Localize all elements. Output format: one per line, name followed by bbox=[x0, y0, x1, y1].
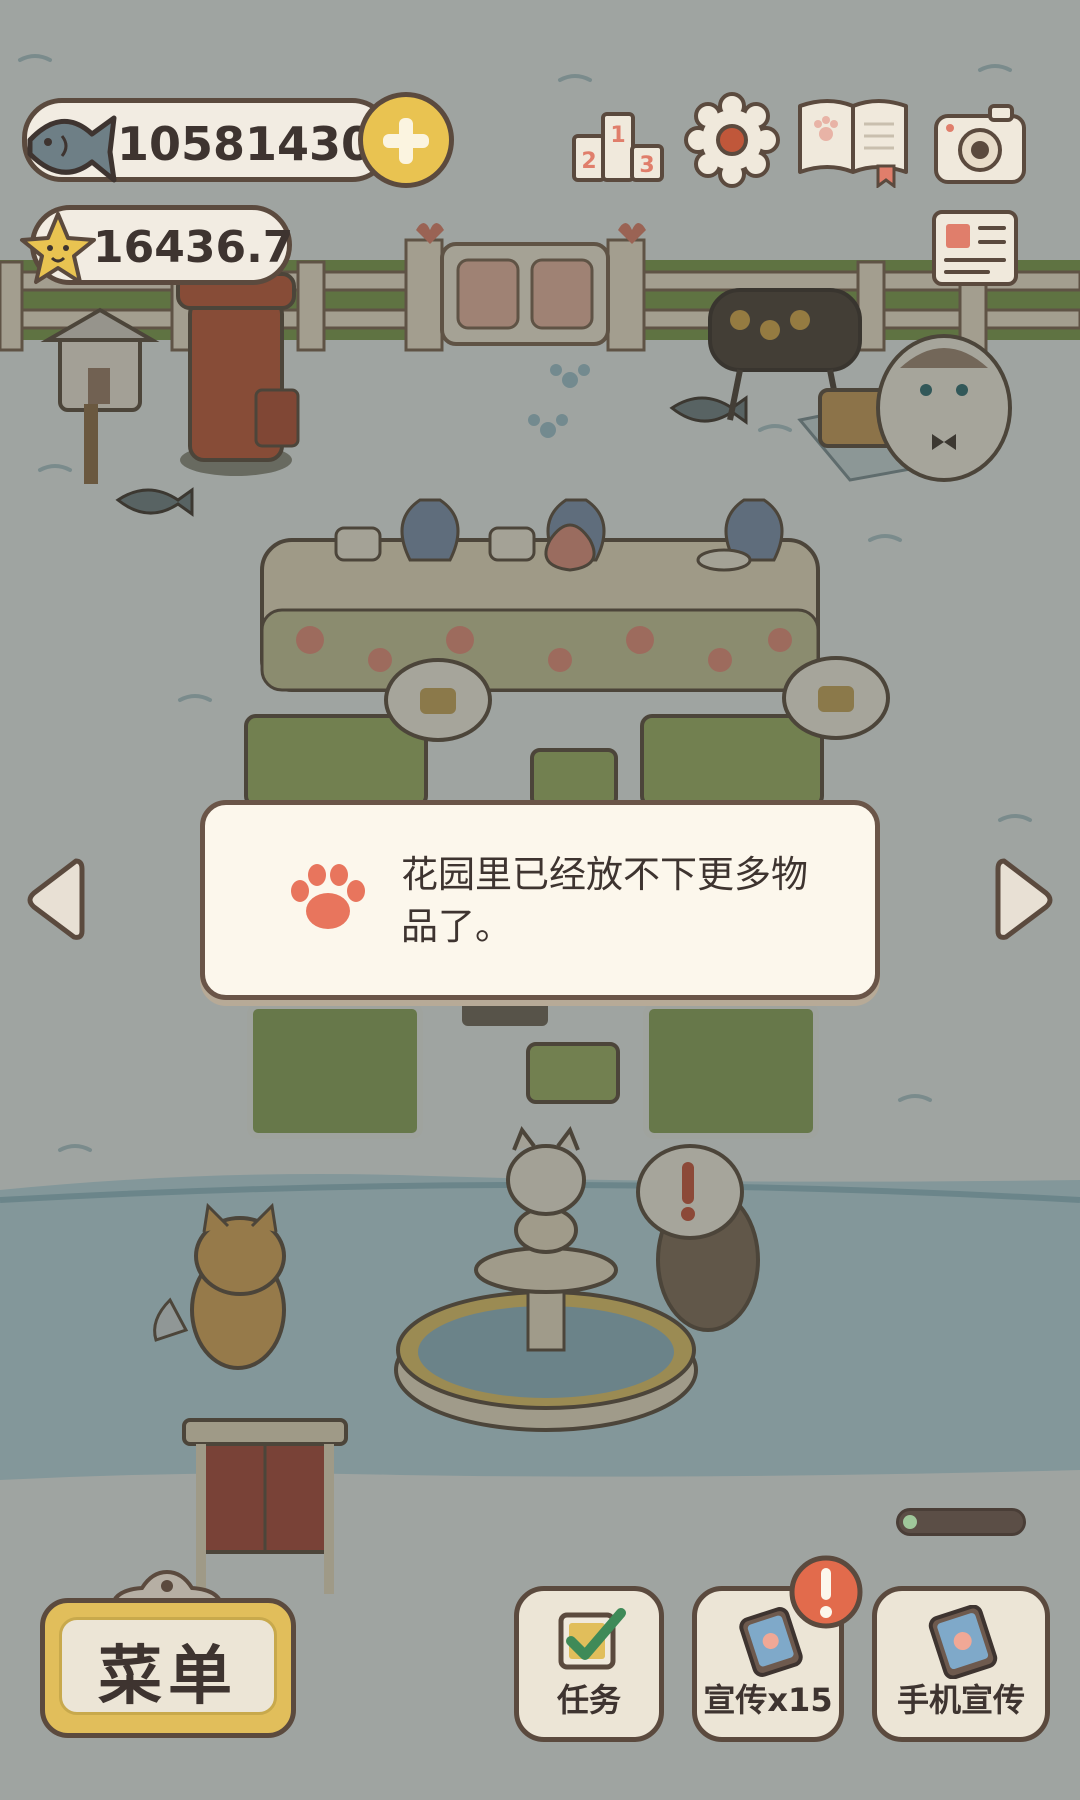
gear-icon[interactable] bbox=[684, 92, 780, 188]
phone-icon bbox=[928, 1605, 998, 1679]
fish-icon bbox=[27, 115, 117, 183]
game-screen: 10581430 16436.7 2 1 3 花园里已经放不下更多物 品了。 菜… bbox=[0, 0, 1080, 1800]
camera-icon[interactable] bbox=[930, 98, 1030, 188]
checkbox-icon bbox=[558, 1608, 626, 1670]
tasks-button[interactable]: 任务 bbox=[514, 1586, 664, 1742]
tasks-button-label: 任务 bbox=[556, 1681, 621, 1719]
promote-x15-label: 宣传x15 bbox=[703, 1681, 833, 1719]
star-count: 16436.7 bbox=[93, 222, 294, 273]
phone-promotion-button[interactable]: 手机宣传 bbox=[872, 1586, 1050, 1742]
next-garden-arrow[interactable] bbox=[994, 855, 1058, 945]
phone-promo-progress-fill bbox=[903, 1515, 917, 1529]
dialog-message-line-2: 品了。 bbox=[401, 905, 512, 948]
ranking-podium-icon[interactable]: 2 1 3 bbox=[570, 96, 666, 186]
add-fish-button[interactable] bbox=[358, 92, 454, 188]
phone-promotion-label: 手机宣传 bbox=[896, 1681, 1025, 1719]
svg-text:1: 1 bbox=[610, 123, 625, 148]
exclamation-icon bbox=[789, 1555, 863, 1629]
dialog-message-line-1: 花园里已经放不下更多物 bbox=[401, 853, 808, 896]
menu-button[interactable]: 菜单 bbox=[40, 1598, 296, 1738]
dialog-message: 花园里已经放不下更多物 品了。 bbox=[401, 849, 851, 953]
notice-dialog[interactable]: 花园里已经放不下更多物 品了。 bbox=[200, 800, 880, 1000]
paw-book-icon[interactable] bbox=[794, 92, 912, 188]
svg-text:2: 2 bbox=[581, 149, 596, 174]
previous-garden-arrow[interactable] bbox=[22, 855, 86, 945]
paw-icon bbox=[291, 864, 365, 929]
star-icon bbox=[20, 212, 96, 284]
fish-count: 10581430 bbox=[117, 117, 374, 171]
phone-promo-progress-bar bbox=[896, 1508, 1026, 1536]
svg-text:3: 3 bbox=[639, 153, 654, 178]
newspaper-icon[interactable] bbox=[928, 206, 1022, 290]
menu-button-label: 菜单 bbox=[98, 1640, 238, 1714]
